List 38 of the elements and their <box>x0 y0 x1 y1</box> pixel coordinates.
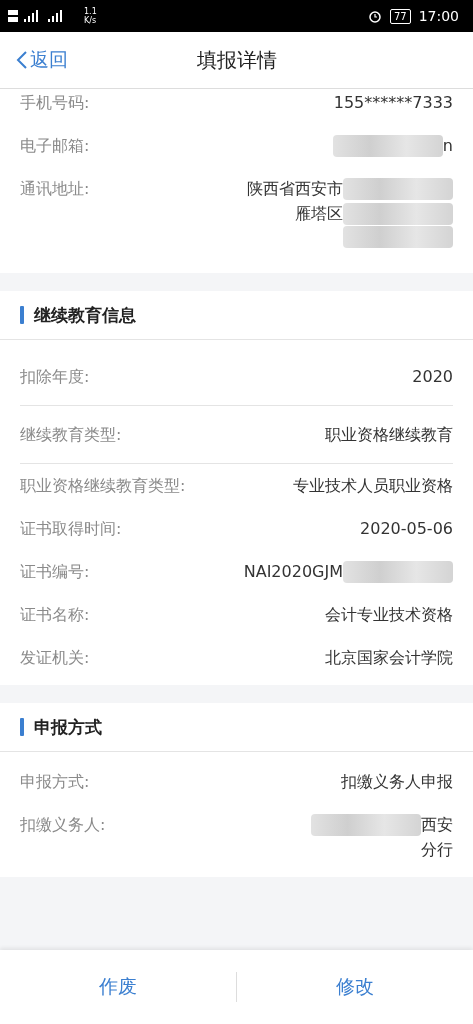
field-value: 扣缴义务人申报 <box>341 771 453 793</box>
field-value: 分行 <box>421 839 453 861</box>
chevron-left-icon <box>16 50 28 70</box>
clock-time: 17:00 <box>418 8 459 24</box>
field-value: 西安 <box>421 814 453 836</box>
field-value: NAI2020GJM <box>243 561 343 583</box>
field-value: 155******7333 <box>333 92 453 114</box>
field-value: 专业技术人员职业资格 <box>293 475 453 497</box>
section-title: 申报方式 <box>34 715 102 739</box>
speed-unit: K/s <box>84 16 97 25</box>
alarm-icon <box>367 9 382 23</box>
field-value: 雁塔区 <box>295 203 343 225</box>
field-label: 扣除年度: <box>20 366 90 388</box>
field-label: 职业资格继续教育类型: <box>20 475 186 497</box>
field-label: 证书名称: <box>20 604 90 626</box>
field-label: 手机号码: <box>20 92 90 114</box>
section-title: 继续教育信息 <box>34 303 136 327</box>
field-label: 电子邮箱: <box>20 135 90 157</box>
page-title: 填报详情 <box>196 46 277 74</box>
field-value: 陕西省西安市 <box>247 178 343 200</box>
field-value: n <box>442 135 453 157</box>
field-value: 2020 <box>412 366 453 388</box>
field-label: 发证机关: <box>20 647 90 669</box>
back-button[interactable]: 返回 <box>16 47 68 73</box>
field-value: 会计专业技术资格 <box>325 604 453 626</box>
field-value: 2020-05-06 <box>360 518 453 540</box>
field-label: 通讯地址: <box>20 178 90 200</box>
field-label: 证书取得时间: <box>20 518 122 540</box>
field-value: 北京国家会计学院 <box>325 647 453 669</box>
field-label: 继续教育类型: <box>20 424 122 446</box>
battery-level: 77 <box>389 8 411 24</box>
action-button[interactable]: 作废 <box>0 967 236 1007</box>
field-label: 证书编号: <box>20 561 90 583</box>
action-button[interactable]: 修改 <box>237 967 473 1007</box>
field-label: 申报方式: <box>20 771 90 793</box>
field-label: 扣缴义务人: <box>20 814 106 836</box>
network-speed: 1.1 <box>84 7 97 16</box>
field-value: 职业资格继续教育 <box>325 424 453 446</box>
